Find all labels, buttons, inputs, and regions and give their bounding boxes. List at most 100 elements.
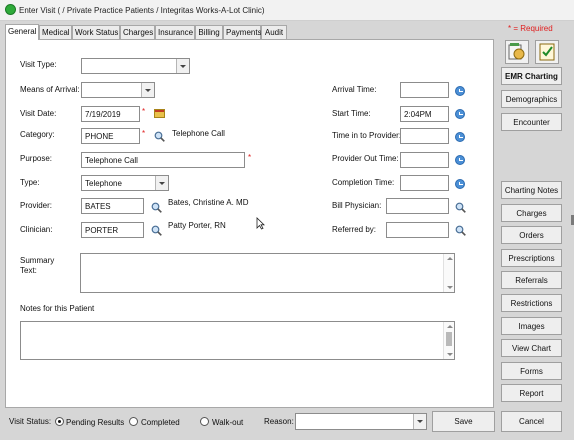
required-legend: * = Required	[508, 24, 553, 33]
notes-label: Notes for this Patient	[20, 304, 95, 313]
search-icon[interactable]	[151, 202, 162, 213]
clock-icon[interactable]	[455, 86, 465, 96]
start-time-label: Start Time:	[332, 109, 371, 118]
status-pending-label[interactable]: Pending Results	[66, 418, 124, 427]
purpose-input[interactable]: Telephone Call	[81, 152, 245, 168]
tab-work-status[interactable]: Work Status	[72, 25, 120, 39]
emr-charting-button[interactable]: EMR Charting	[501, 67, 562, 85]
category-input[interactable]: PHONE	[81, 128, 140, 144]
clock-icon[interactable]	[455, 132, 465, 142]
means-of-arrival-select[interactable]	[81, 82, 155, 98]
tab-audit[interactable]: Audit	[261, 25, 287, 39]
visit-type-label: Visit Type:	[20, 60, 57, 69]
forms-button[interactable]: Forms	[501, 362, 562, 380]
type-value: Telephone	[85, 179, 122, 188]
tab-payments[interactable]: Payments	[223, 25, 262, 39]
provider-out-time-label: Provider Out Time:	[332, 154, 399, 163]
provider-out-time-input[interactable]	[400, 152, 449, 168]
images-button[interactable]: Images	[501, 317, 562, 335]
category-label: Category:	[20, 130, 55, 139]
title-bar: Enter Visit ( / Private Practice Patient…	[0, 0, 574, 21]
charges-button[interactable]: Charges	[501, 204, 562, 222]
clinician-label: Clinician:	[20, 225, 53, 234]
start-time-input[interactable]: 2:04PM	[400, 106, 449, 122]
provider-description: Bates, Christine A. MD	[168, 198, 249, 207]
search-icon[interactable]	[151, 225, 162, 236]
visit-date-input[interactable]: 7/19/2019	[81, 106, 140, 122]
clock-icon[interactable]	[455, 109, 465, 119]
arrival-time-label: Arrival Time:	[332, 85, 377, 94]
clock-icon[interactable]	[455, 155, 465, 165]
orders-button[interactable]: Orders	[501, 226, 562, 244]
reason-select[interactable]	[295, 413, 427, 430]
bottom-bar: Visit Status: Pending Results Completed …	[0, 409, 574, 440]
status-walkout-radio[interactable]	[200, 417, 209, 426]
category-description: Telephone Call	[172, 129, 225, 138]
view-chart-button[interactable]: View Chart	[501, 339, 562, 357]
time-in-to-provider-label: Time in to Provider:	[332, 131, 402, 140]
search-icon[interactable]	[455, 225, 466, 236]
notes-textarea[interactable]	[20, 321, 455, 360]
encounter-button[interactable]: Encounter	[501, 113, 562, 131]
chevron-down-icon[interactable]	[176, 59, 189, 73]
completion-time-input[interactable]	[400, 175, 449, 191]
clock-icon[interactable]	[455, 179, 465, 189]
tab-charges[interactable]: Charges	[120, 25, 155, 39]
bill-physician-label: Bill Physician:	[332, 201, 382, 210]
notes-scrollbar[interactable]	[443, 322, 454, 359]
referred-by-input[interactable]	[386, 222, 449, 238]
search-icon[interactable]	[154, 131, 165, 142]
summary-label: Summary	[20, 256, 55, 265]
summary-label-text: Text:	[20, 266, 37, 275]
chevron-down-icon[interactable]	[413, 414, 426, 429]
reason-label: Reason:	[264, 417, 294, 426]
status-pending-radio[interactable]	[55, 417, 64, 426]
time-in-to-provider-input[interactable]	[400, 128, 449, 144]
summary-scrollbar[interactable]	[443, 254, 454, 292]
visit-date-label: Visit Date:	[20, 109, 57, 118]
bill-physician-input[interactable]	[386, 198, 449, 214]
provider-label: Provider:	[20, 201, 53, 210]
purpose-label: Purpose:	[20, 154, 53, 163]
required-marker: *	[142, 129, 146, 138]
general-panel: Visit Type: Means of Arrival: Visit Date…	[5, 39, 494, 408]
referred-by-label: Referred by:	[332, 225, 377, 234]
type-select[interactable]: Telephone	[81, 175, 169, 191]
provider-input[interactable]: BATES	[81, 198, 144, 214]
tab-insurance[interactable]: Insurance	[155, 25, 195, 39]
arrival-time-input[interactable]	[400, 82, 449, 98]
summary-textarea[interactable]	[80, 253, 455, 293]
check-clipboard-icon[interactable]	[535, 40, 559, 64]
status-completed-radio[interactable]	[129, 417, 138, 426]
app-icon	[5, 4, 16, 15]
emr-charting-icon[interactable]	[505, 40, 529, 64]
prescriptions-button[interactable]: Prescriptions	[501, 249, 562, 267]
required-marker: *	[248, 153, 252, 162]
clinician-input[interactable]: PORTER	[81, 222, 144, 238]
means-of-arrival-label: Means of Arrival:	[20, 85, 80, 94]
visit-type-select[interactable]	[81, 58, 190, 74]
tab-general[interactable]: General	[5, 24, 39, 40]
type-label: Type:	[20, 178, 40, 187]
restrictions-button[interactable]: Restrictions	[501, 294, 562, 312]
tab-medical[interactable]: Medical	[39, 25, 72, 39]
chevron-down-icon[interactable]	[155, 176, 168, 190]
tab-billing[interactable]: Billing	[195, 25, 223, 39]
status-walkout-label[interactable]: Walk-out	[212, 418, 243, 427]
status-completed-label[interactable]: Completed	[141, 418, 180, 427]
search-icon[interactable]	[455, 202, 466, 213]
demographics-button[interactable]: Demographics	[501, 90, 562, 108]
clinician-description: Patty Porter, RN	[168, 221, 226, 230]
mouse-cursor-icon	[256, 217, 265, 230]
save-button[interactable]: Save	[432, 411, 495, 432]
cancel-button[interactable]: Cancel	[501, 411, 562, 432]
charting-notes-button[interactable]: Charting Notes	[501, 181, 562, 199]
required-marker: *	[142, 107, 146, 116]
visit-status-label: Visit Status:	[9, 417, 52, 426]
report-button[interactable]: Report	[501, 384, 562, 402]
completion-time-label: Completion Time:	[332, 178, 395, 187]
chevron-down-icon[interactable]	[141, 83, 154, 97]
window-title: Enter Visit ( / Private Practice Patient…	[19, 6, 265, 15]
calendar-icon[interactable]	[154, 109, 165, 118]
referrals-button[interactable]: Referrals	[501, 271, 562, 289]
